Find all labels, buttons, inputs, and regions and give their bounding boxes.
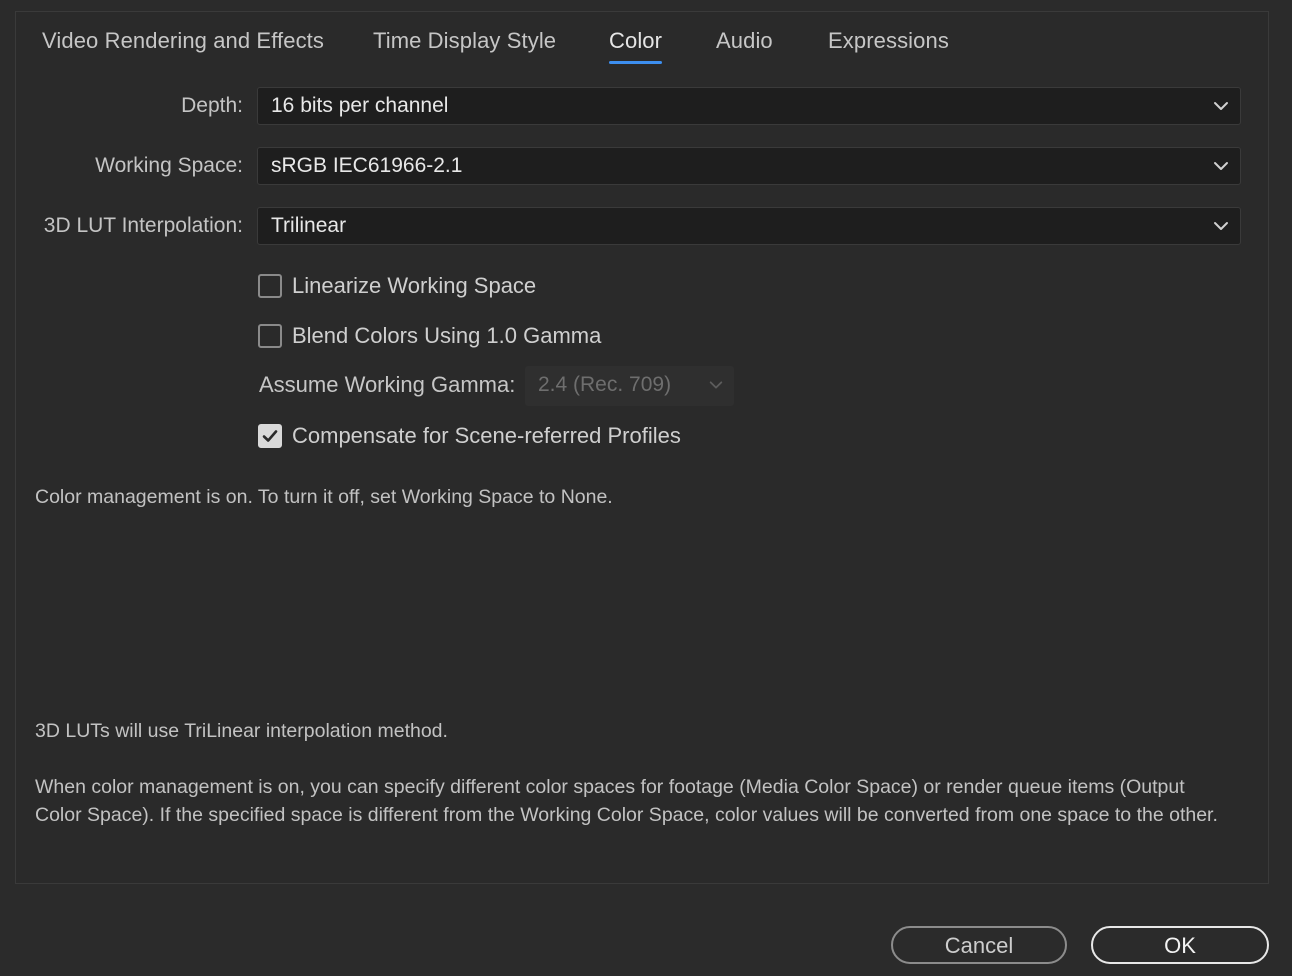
- working-space-value: sRGB IEC61966-2.1: [271, 154, 463, 177]
- chevron-down-icon: [1214, 162, 1228, 170]
- tab-bar: Video Rendering and Effects Time Display…: [16, 12, 1268, 68]
- lut-interpolation-value: Trilinear: [271, 214, 347, 237]
- lut-interpolation-dropdown[interactable]: Trilinear: [257, 207, 1241, 245]
- working-gamma-label: Assume Working Gamma:: [259, 372, 516, 397]
- depth-label: Depth:: [181, 94, 243, 117]
- preferences-dialog: Video Rendering and Effects Time Display…: [0, 0, 1292, 976]
- working-space-dropdown[interactable]: sRGB IEC61966-2.1: [257, 147, 1241, 185]
- tab-audio[interactable]: Audio: [716, 28, 773, 54]
- chevron-down-icon: [709, 381, 723, 389]
- tab-expressions[interactable]: Expressions: [828, 28, 949, 54]
- checkbox-box[interactable]: [258, 274, 282, 298]
- depth-dropdown[interactable]: 16 bits per channel: [257, 87, 1241, 125]
- checkmark-icon: [262, 430, 278, 442]
- lut-interpolation-label: 3D LUT Interpolation:: [43, 214, 243, 237]
- chevron-down-icon: [1214, 222, 1228, 230]
- checkbox-box[interactable]: [258, 324, 282, 348]
- blend-colors-label: Blend Colors Using 1.0 Gamma: [292, 323, 602, 348]
- tab-video-rendering[interactable]: Video Rendering and Effects: [42, 28, 324, 54]
- working-gamma-dropdown: 2.4 (Rec. 709): [525, 366, 734, 406]
- color-management-explanation: When color management is on, you can spe…: [35, 776, 1218, 826]
- chevron-down-icon: [1214, 102, 1228, 110]
- working-gamma-value: 2.4 (Rec. 709): [538, 373, 672, 396]
- depth-value: 16 bits per channel: [271, 94, 449, 117]
- lut-interpolation-note: 3D LUTs will use TriLinear interpolation…: [35, 720, 448, 742]
- color-settings-panel: Video Rendering and Effects Time Display…: [15, 11, 1269, 884]
- linearize-label: Linearize Working Space: [292, 273, 537, 298]
- checkbox-box[interactable]: [258, 424, 282, 448]
- color-management-status: Color management is on. To turn it off, …: [35, 486, 613, 508]
- ok-button[interactable]: OK: [1091, 926, 1269, 964]
- working-space-label: Working Space:: [95, 154, 243, 177]
- tab-time-display-style[interactable]: Time Display Style: [373, 28, 556, 54]
- compensate-label: Compensate for Scene-referred Profiles: [292, 423, 681, 448]
- tab-color[interactable]: Color: [609, 28, 663, 64]
- cancel-button[interactable]: Cancel: [891, 926, 1067, 964]
